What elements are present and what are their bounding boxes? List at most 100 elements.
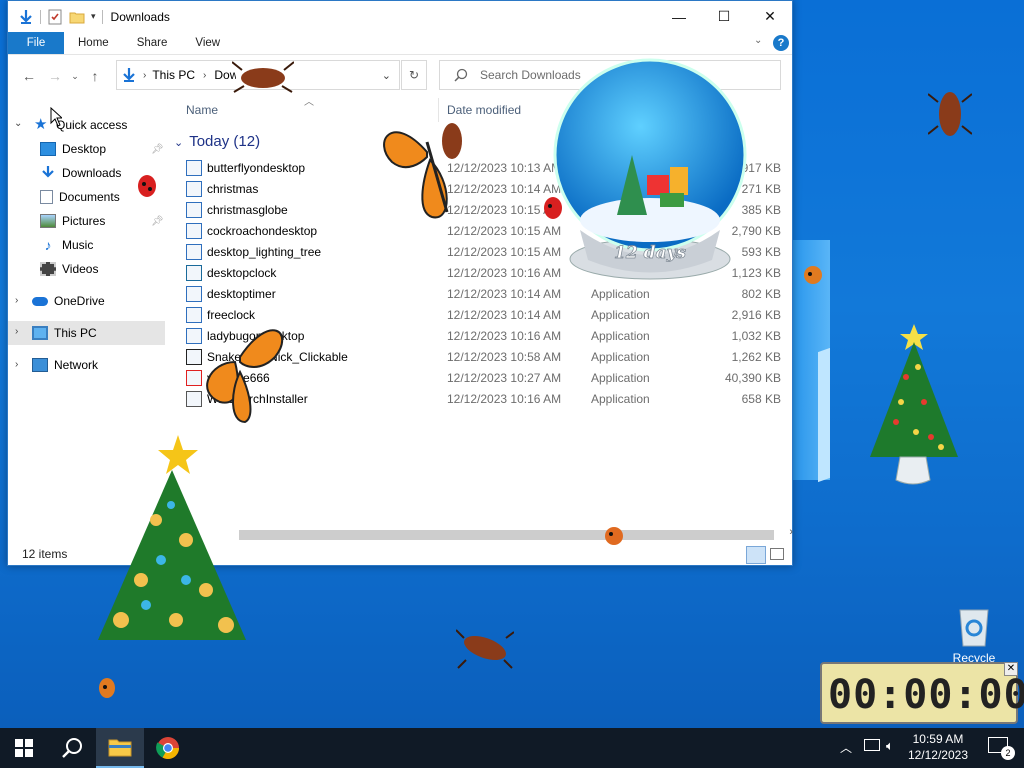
start-button[interactable] bbox=[0, 728, 48, 768]
cloud-icon bbox=[32, 296, 48, 306]
file-explorer-taskbar-button[interactable] bbox=[96, 728, 144, 768]
nav-item-videos[interactable]: Videos bbox=[8, 257, 165, 281]
file-size: 658 KB bbox=[741, 391, 781, 406]
file-date: 12/12/2023 10:16 AM bbox=[447, 265, 562, 280]
maximize-button[interactable]: ☐ bbox=[701, 1, 747, 32]
file-row[interactable]: desktoptimer 12/12/2023 10:14 AM Applicati… bbox=[186, 283, 781, 304]
nav-item-desktop[interactable]: Desktop 📌︎ bbox=[8, 137, 165, 161]
file-size: 271 KB bbox=[741, 181, 781, 196]
file-explorer-window[interactable]: ▾ Downloads — ☐ ✕ File Home Share View ⌄… bbox=[7, 0, 793, 566]
file-size: 1,032 KB bbox=[731, 328, 781, 343]
forward-arrow-icon[interactable]: → bbox=[42, 68, 68, 84]
address-dropdown-icon[interactable]: ⌄ bbox=[382, 69, 391, 82]
file-row[interactable]: christmasglobe 12/12/2023 10:15 AM 385 KB bbox=[186, 199, 781, 220]
system-clock[interactable]: 10:59 AM 12/12/2023 bbox=[908, 731, 968, 763]
breadcrumb-downloads[interactable]: Downloads bbox=[214, 68, 236, 82]
group-header-today[interactable]: ⌄ Today (12) bbox=[174, 133, 260, 150]
file-type: Application bbox=[591, 328, 650, 343]
details-view-icon[interactable] bbox=[746, 546, 766, 564]
minimize-button[interactable]: — bbox=[656, 1, 702, 32]
search-box[interactable]: Search Downloads bbox=[439, 60, 781, 90]
new-folder-icon[interactable] bbox=[69, 9, 85, 25]
quick-access-toolbar-dropdown[interactable]: ▾ bbox=[91, 11, 96, 22]
pin-icon[interactable]: 📌︎ bbox=[151, 144, 164, 155]
show-hidden-icons-chevron-icon[interactable]: ︿ bbox=[840, 739, 852, 756]
volume-muted-icon[interactable]: 🔈︎ bbox=[886, 738, 894, 754]
nav-item-downloads[interactable]: Downloads bbox=[8, 161, 165, 185]
application-icon bbox=[186, 159, 202, 176]
large-icons-view-icon[interactable] bbox=[770, 548, 784, 560]
file-name: desktoptimer bbox=[207, 286, 276, 301]
navigation-pane: ⌄ ★ Quick access Desktop 📌︎ Downloads Do… bbox=[8, 98, 165, 538]
network-icon bbox=[32, 358, 48, 372]
expand-chevron-icon[interactable]: › bbox=[15, 326, 18, 337]
file-row[interactable]: WinSearchInstaller 12/12/2023 10:16 AM App… bbox=[186, 388, 781, 409]
file-name: desktopclock bbox=[207, 265, 277, 280]
nav-quick-access[interactable]: ★ Quick access bbox=[8, 113, 165, 137]
timer-close-button[interactable]: ✕ bbox=[1004, 662, 1018, 676]
collapse-chevron-icon[interactable]: ⌄ bbox=[174, 137, 183, 149]
down-arrow-icon[interactable] bbox=[18, 9, 34, 25]
desktop-timer-widget[interactable]: 00:00:00 ✕ bbox=[820, 662, 1024, 724]
action-center-icon[interactable]: 2 bbox=[988, 737, 1015, 760]
file-name: youtube666 bbox=[207, 370, 270, 385]
cockroach[interactable] bbox=[928, 82, 972, 142]
tab-home[interactable]: Home bbox=[64, 32, 123, 54]
recent-locations-dropdown[interactable]: ⌄ bbox=[68, 71, 82, 82]
column-header-name[interactable]: Name bbox=[186, 103, 218, 117]
back-arrow-icon[interactable]: ← bbox=[16, 68, 42, 84]
file-row[interactable]: SnakeBob_Nick_Clickable 12/12/2023 10:58 … bbox=[186, 346, 781, 367]
tab-share[interactable]: Share bbox=[123, 32, 182, 54]
title-bar[interactable]: ▾ Downloads — ☐ ✕ bbox=[8, 1, 792, 32]
chrome-taskbar-button[interactable] bbox=[144, 728, 192, 768]
scroll-right-icon[interactable]: › bbox=[789, 526, 793, 538]
file-date: 12/12/2023 10:14 AM bbox=[447, 286, 562, 301]
breadcrumb-chevron-icon: › bbox=[203, 69, 207, 81]
windows-logo-icon bbox=[15, 739, 33, 757]
tab-file[interactable]: File bbox=[8, 32, 64, 54]
ladybug[interactable] bbox=[96, 676, 118, 700]
scrollbar-thumb[interactable] bbox=[239, 530, 774, 540]
nav-item-documents[interactable]: Documents bbox=[8, 185, 165, 209]
application-icon bbox=[186, 348, 202, 365]
column-divider[interactable] bbox=[438, 98, 439, 122]
file-row[interactable]: youtube666 12/12/2023 10:27 AM Application… bbox=[186, 367, 781, 388]
cockroach[interactable] bbox=[456, 626, 514, 670]
file-row[interactable]: cockroachondesktop 12/12/2023 10:15 AM 2,7… bbox=[186, 220, 781, 241]
file-size: 1,123 KB bbox=[731, 265, 781, 280]
horizontal-scrollbar[interactable]: › bbox=[165, 526, 793, 542]
tab-view[interactable]: View bbox=[181, 32, 234, 54]
address-bar[interactable]: › This PC › Downloads ⌄ bbox=[116, 60, 400, 90]
file-row[interactable]: butterflyondesktop 12/12/2023 10:13 AM 917… bbox=[186, 157, 781, 178]
up-arrow-icon[interactable]: ↑ bbox=[82, 68, 108, 84]
computer-icon bbox=[32, 326, 48, 340]
pin-icon[interactable]: 📌︎ bbox=[151, 216, 164, 227]
refresh-icon[interactable]: ↻ bbox=[401, 60, 427, 90]
file-name: freeclock bbox=[207, 307, 256, 322]
nav-item-music[interactable]: ♪ Music bbox=[8, 233, 165, 257]
file-row[interactable]: ladybugondesktop 12/12/2023 10:16 AM Appli… bbox=[186, 325, 781, 346]
file-row[interactable]: desktopclock 12/12/2023 10:16 AM 1,123 KB bbox=[186, 262, 781, 283]
sort-ascending-icon: ︿ bbox=[304, 97, 314, 108]
application-icon bbox=[186, 306, 202, 323]
file-row[interactable]: freeclock 12/12/2023 10:14 AM Application 2… bbox=[186, 304, 781, 325]
properties-icon[interactable] bbox=[47, 9, 63, 25]
close-button[interactable]: ✕ bbox=[747, 1, 793, 32]
search-button[interactable] bbox=[48, 728, 96, 768]
small-christmas-tree[interactable] bbox=[866, 322, 960, 488]
ribbon-expand-icon[interactable]: ⌄ bbox=[754, 35, 762, 46]
timer-display: 00:00:00 bbox=[828, 672, 1024, 718]
nav-label: Pictures bbox=[62, 214, 106, 228]
nav-label: Downloads bbox=[62, 166, 122, 180]
column-header-date[interactable]: Date modified bbox=[447, 103, 521, 117]
nav-onedrive[interactable]: OneDrive bbox=[8, 289, 165, 313]
help-icon[interactable]: ? bbox=[773, 35, 789, 51]
breadcrumb-this-pc[interactable]: This PC bbox=[152, 68, 195, 82]
nav-item-pictures[interactable]: Pictures 📌︎ bbox=[8, 209, 165, 233]
file-row[interactable]: desktop_lighting_tree 12/12/2023 10:15 AM… bbox=[186, 241, 781, 262]
separator bbox=[101, 9, 103, 24]
nav-this-pc[interactable]: › This PC bbox=[8, 321, 165, 345]
nav-network[interactable]: Network bbox=[8, 353, 165, 377]
file-row[interactable]: christmas 12/12/2023 10:14 AM 271 KB bbox=[186, 178, 781, 199]
network-icon[interactable] bbox=[864, 739, 880, 751]
